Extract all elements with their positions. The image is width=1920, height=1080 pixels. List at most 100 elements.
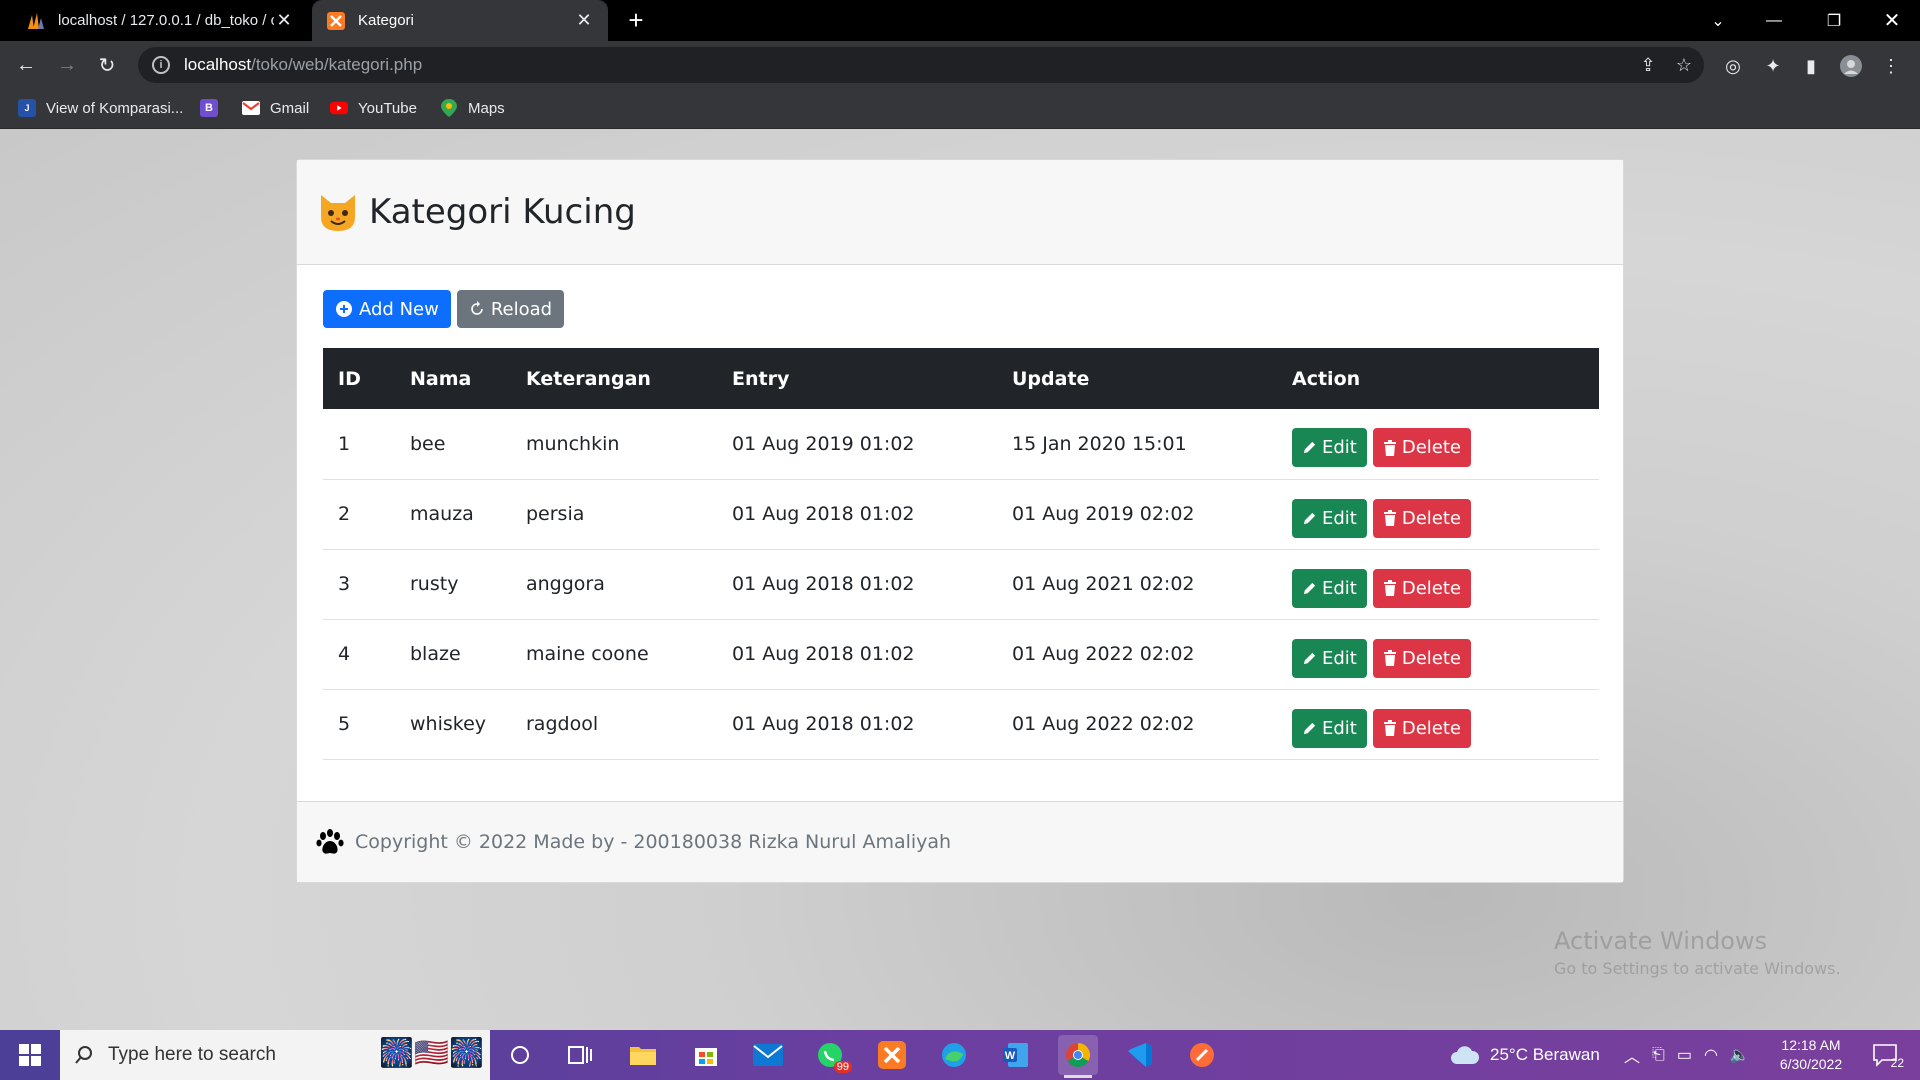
cell-keterangan: munchkin xyxy=(526,432,620,455)
bookmark-star-icon[interactable]: ☆ xyxy=(1674,55,1694,75)
wifi-icon[interactable]: ◠ xyxy=(1704,1045,1718,1065)
table-row: 5 whiskey ragdool 01 Aug 2018 01:02 01 A… xyxy=(323,689,1599,759)
extensions-icon[interactable]: ✦ xyxy=(1762,55,1784,77)
paw-icon xyxy=(315,827,345,857)
card-header: Kategori Kucing xyxy=(297,160,1623,265)
trash-icon xyxy=(1383,439,1397,456)
reload-page-icon[interactable]: ↻ xyxy=(91,49,123,81)
back-icon[interactable]: ← xyxy=(10,49,42,81)
share-icon[interactable]: ⇪ xyxy=(1638,55,1658,75)
cat-face-icon xyxy=(317,191,359,233)
weather-widget[interactable]: 25°C Berawan xyxy=(1450,1030,1600,1080)
delete-button[interactable]: Delete xyxy=(1372,708,1472,748)
tab-phpmyadmin[interactable]: localhost / 127.0.0.1 / db_toko / c ✕ xyxy=(12,0,308,41)
delete-button[interactable]: Delete xyxy=(1372,638,1472,678)
bookmark-youtube[interactable]: YouTube xyxy=(330,99,417,117)
tab-kategori[interactable]: Kategori ✕ xyxy=(312,0,608,41)
card-footer: Copyright © 2022 Made by - 200180038 Riz… xyxy=(297,801,1623,882)
new-tab-icon[interactable]: + xyxy=(622,7,650,35)
bookmark-label: Maps xyxy=(468,99,505,117)
cell-action: Edit Delete xyxy=(1277,479,1599,549)
col-update: Update xyxy=(1012,367,1090,390)
taskbar-search-box[interactable]: Type here to search 🎆🇺🇸🎆 xyxy=(60,1030,490,1080)
microsoft-store-icon[interactable] xyxy=(686,1035,726,1075)
task-view-icon[interactable] xyxy=(560,1035,600,1075)
cell-keterangan: ragdool xyxy=(526,713,599,735)
cell-id: 2 xyxy=(338,503,351,525)
pencil-icon xyxy=(1302,721,1317,736)
close-window-icon[interactable]: ✕ xyxy=(1864,0,1920,41)
cell-id: 5 xyxy=(338,713,351,735)
trash-icon xyxy=(1383,650,1397,666)
notification-center-icon[interactable]: 22 xyxy=(1866,1038,1904,1072)
reload-button[interactable]: Reload xyxy=(456,290,565,328)
category-card: Kategori Kucing Add New Reload ID Nama K… xyxy=(296,159,1624,883)
chrome-icon[interactable] xyxy=(1058,1035,1098,1078)
trash-icon xyxy=(1383,720,1397,736)
file-explorer-icon[interactable] xyxy=(623,1035,663,1075)
phpmyadmin-icon xyxy=(26,11,46,31)
bookmark-komparasi[interactable]: J View of Komparasi... xyxy=(18,99,183,117)
edit-button[interactable]: Edit xyxy=(1292,428,1367,468)
delete-button[interactable]: Delete xyxy=(1372,568,1472,608)
delete-button[interactable]: Delete xyxy=(1372,428,1472,468)
word-icon[interactable]: W xyxy=(996,1035,1036,1075)
meet-now-icon[interactable]: ⎗ xyxy=(1652,1046,1665,1064)
minimize-icon[interactable]: — xyxy=(1746,0,1802,41)
edit-label: Edit xyxy=(1322,717,1357,739)
bookmark-maps[interactable]: Maps xyxy=(440,99,505,117)
col-keterangan: Keterangan xyxy=(526,367,651,390)
delete-label: Delete xyxy=(1401,647,1462,669)
bookmark-label: YouTube xyxy=(358,99,417,117)
site-info-icon[interactable]: i xyxy=(152,56,170,74)
edge-icon[interactable] xyxy=(934,1035,974,1075)
cell-id: 4 xyxy=(338,643,351,665)
tray-chevron-icon[interactable]: ︿ xyxy=(1624,1043,1640,1067)
delete-button[interactable]: Delete xyxy=(1372,498,1472,538)
edit-button[interactable]: Edit xyxy=(1292,708,1367,748)
close-tab-icon[interactable]: ✕ xyxy=(574,10,594,31)
taskbar-clock[interactable]: 12:18 AM 6/30/2022 xyxy=(1766,1036,1856,1074)
edit-button[interactable]: Edit xyxy=(1292,638,1367,678)
cloud-icon xyxy=(1450,1045,1480,1065)
address-bar[interactable]: i localhost /toko/web/kategori.php ⇪ ☆ xyxy=(138,47,1704,83)
edit-label: Edit xyxy=(1322,437,1357,459)
cell-update: 01 Aug 2021 02:02 xyxy=(1012,573,1195,595)
cortana-icon[interactable] xyxy=(500,1035,540,1075)
side-panel-icon[interactable]: ▮ xyxy=(1800,55,1822,77)
menu-kebab-icon[interactable]: ⋮ xyxy=(1880,55,1902,77)
svg-text:W: W xyxy=(1005,1050,1016,1062)
cell-id: 1 xyxy=(338,432,351,455)
bookmark-gmail[interactable]: Gmail xyxy=(242,99,309,117)
footer-copyright: Copyright © 2022 Made by - 200180038 Riz… xyxy=(355,831,952,853)
card-body: Add New Reload ID Nama Keterangan Entry xyxy=(297,265,1623,760)
postman-icon[interactable] xyxy=(1182,1035,1222,1075)
reading-mode-icon[interactable]: ◎ xyxy=(1722,55,1744,77)
cell-action: Edit Delete xyxy=(1277,549,1599,619)
edit-button[interactable]: Edit xyxy=(1292,568,1367,608)
add-new-button[interactable]: Add New xyxy=(323,290,451,328)
delete-label: Delete xyxy=(1401,437,1462,459)
cell-action: Edit Delete xyxy=(1277,409,1599,479)
tab-search-icon[interactable]: ⌄ xyxy=(1690,0,1746,41)
reload-label: Reload xyxy=(490,298,553,320)
url-path: /toko/web/kategori.php xyxy=(251,55,423,74)
add-new-label: Add New xyxy=(359,298,439,320)
url-host: localhost xyxy=(184,55,252,74)
mail-icon[interactable] xyxy=(748,1035,788,1075)
whatsapp-badge: 99 xyxy=(833,1061,852,1073)
xampp-taskbar-icon[interactable] xyxy=(872,1035,912,1075)
edit-button[interactable]: Edit xyxy=(1292,498,1367,538)
battery-icon[interactable]: ▭ xyxy=(1677,1045,1692,1065)
forward-icon[interactable]: → xyxy=(51,49,83,81)
bookmark-b[interactable]: B xyxy=(200,99,228,117)
whatsapp-icon[interactable]: 99 xyxy=(810,1035,852,1075)
cell-keterangan: persia xyxy=(526,503,585,525)
volume-icon[interactable]: 🔈 xyxy=(1730,1045,1750,1065)
restore-icon[interactable]: ❐ xyxy=(1806,0,1862,41)
maps-icon xyxy=(440,99,458,117)
windows-start-icon[interactable] xyxy=(0,1030,60,1080)
close-tab-icon[interactable]: ✕ xyxy=(274,10,294,31)
profile-avatar[interactable] xyxy=(1840,55,1862,77)
vscode-icon[interactable] xyxy=(1120,1035,1160,1075)
